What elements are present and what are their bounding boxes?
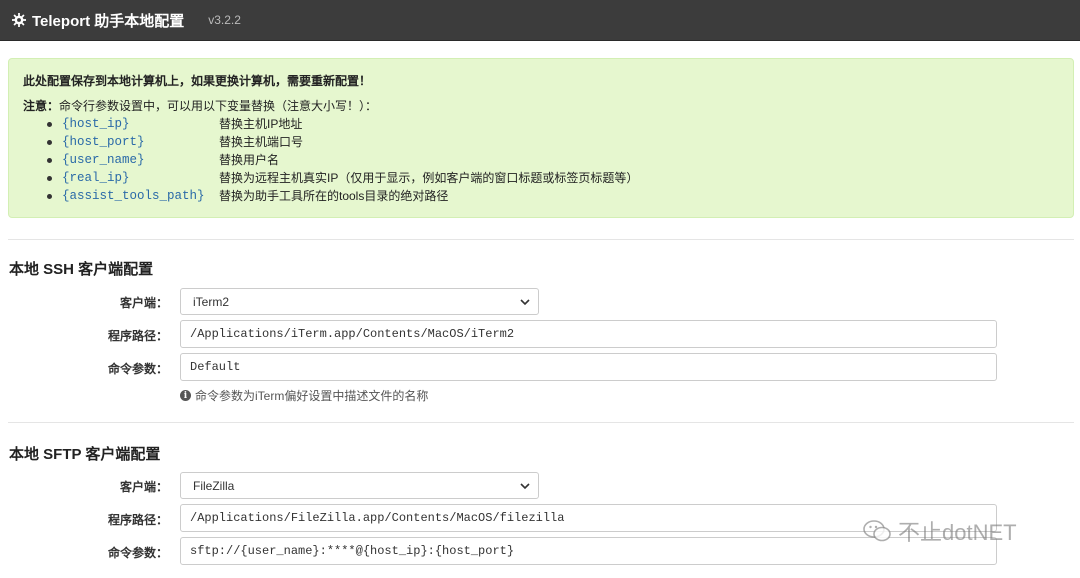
chevron-down-icon bbox=[520, 299, 530, 306]
list-item: {host_ip} 替换主机IP地址 bbox=[47, 115, 1059, 133]
variable-name: {host_ip} bbox=[62, 117, 130, 131]
bullet-icon bbox=[47, 157, 52, 163]
version-label: v3.2.2 bbox=[208, 13, 241, 27]
variable-desc: 替换为远程主机真实IP（仅用于显示，例如客户端的窗口标题或标签页标题等） bbox=[219, 171, 639, 185]
wechat-icon bbox=[863, 520, 891, 542]
sftp-args-label: 命令参数： bbox=[107, 546, 168, 560]
sftp-client-value: FileZilla bbox=[193, 478, 235, 493]
ssh-client-value: iTerm2 bbox=[193, 294, 230, 309]
ssh-client-label: 客户端： bbox=[119, 296, 168, 310]
app-title: Teleport 助手本地配置 bbox=[32, 12, 185, 30]
info-icon: i bbox=[180, 390, 191, 401]
section-divider bbox=[8, 422, 1074, 423]
section-divider bbox=[8, 239, 1074, 240]
ssh-section-title: 本地 SSH 客户端配置 bbox=[9, 261, 154, 278]
ssh-path-input[interactable]: /Applications/iTerm.app/Contents/MacOS/i… bbox=[180, 320, 997, 348]
variable-desc: 替换为助手工具所在的tools目录的绝对路径 bbox=[219, 189, 449, 203]
ssh-client-select[interactable]: iTerm2 bbox=[180, 288, 539, 315]
watermark-text: 不止dotNET bbox=[898, 520, 1017, 545]
gear-icon bbox=[12, 13, 26, 27]
sftp-path-label: 程序路径： bbox=[107, 513, 168, 527]
list-item: {assist_tools_path} 替换为助手工具所在的tools目录的绝对路… bbox=[47, 187, 1059, 205]
sftp-client-select[interactable]: FileZilla bbox=[180, 472, 539, 499]
ssh-help-text: 命令参数为iTerm偏好设置中描述文件的名称 bbox=[195, 389, 429, 403]
list-item: {user_name} 替换用户名 bbox=[47, 151, 1059, 169]
ssh-args-help: i 命令参数为iTerm偏好设置中描述文件的名称 bbox=[180, 387, 428, 404]
variable-name: {host_port} bbox=[62, 135, 145, 149]
variable-name: {user_name} bbox=[62, 153, 145, 167]
list-item: {host_port} 替换主机端口号 bbox=[47, 133, 1059, 151]
ssh-path-label: 程序路径： bbox=[107, 329, 168, 343]
variable-list: {host_ip} 替换主机IP地址 {host_port} 替换主机端口号 {us… bbox=[47, 115, 1059, 205]
notice-headline: 此处配置保存到本地计算机上，如果更换计算机，需要重新配置！ bbox=[23, 74, 372, 88]
variable-desc: 替换用户名 bbox=[219, 153, 280, 167]
variable-desc: 替换主机IP地址 bbox=[219, 117, 303, 131]
ssh-args-label: 命令参数： bbox=[107, 362, 168, 376]
title-bar: Teleport 助手本地配置 v3.2.2 bbox=[0, 0, 1080, 41]
variable-name: {real_ip} bbox=[62, 171, 130, 185]
sftp-section-title: 本地 SFTP 客户端配置 bbox=[9, 446, 161, 463]
ssh-args-input[interactable]: Default bbox=[180, 353, 997, 381]
variable-name: {assist_tools_path} bbox=[62, 189, 205, 203]
watermark: 不止dotNET bbox=[862, 515, 1017, 547]
list-item: {real_ip} 替换为远程主机真实IP（仅用于显示，例如客户端的窗口标题或标签… bbox=[47, 169, 1059, 187]
notice-box: 此处配置保存到本地计算机上，如果更换计算机，需要重新配置！ 注意：命令行参数设置… bbox=[8, 58, 1074, 218]
notice-note: 注意：命令行参数设置中，可以用以下变量替换（注意大小写！）： bbox=[23, 98, 1059, 115]
note-text: 命令行参数设置中，可以用以下变量替换（注意大小写！）： bbox=[59, 99, 378, 113]
bullet-icon bbox=[47, 175, 52, 181]
sftp-client-label: 客户端： bbox=[119, 480, 168, 494]
bullet-icon bbox=[47, 139, 52, 145]
bullet-icon bbox=[47, 193, 52, 199]
note-label: 注意： bbox=[23, 99, 60, 113]
variable-desc: 替换主机端口号 bbox=[219, 135, 304, 149]
bullet-icon bbox=[47, 121, 52, 127]
chevron-down-icon bbox=[520, 483, 530, 490]
